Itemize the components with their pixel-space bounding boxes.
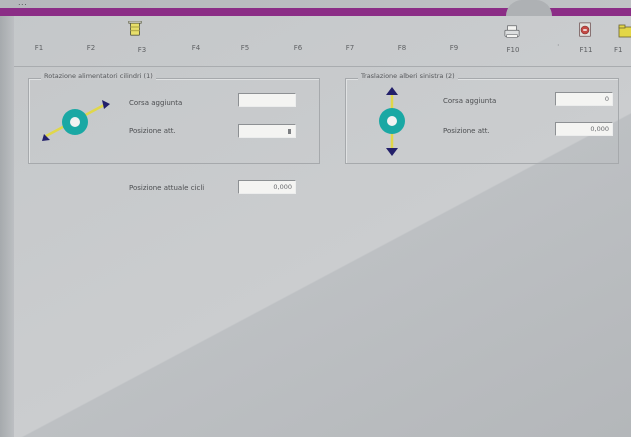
f10-key[interactable]: F10 [498, 46, 528, 54]
f5-key[interactable]: F5 [230, 44, 260, 52]
left-extra-field[interactable]: 0,000 [238, 180, 296, 194]
left-group-title: Rotazione alimentatori cilindri (1) [41, 72, 156, 80]
right-group-title: Traslazione alberi sinistra (2) [358, 72, 458, 80]
right-row1-field[interactable]: 0 [555, 92, 613, 106]
translation-icon [379, 87, 405, 156]
f6-key[interactable]: F6 [283, 44, 313, 52]
f11-key[interactable]: F11 [571, 46, 601, 54]
toolbar-separator: · [557, 41, 560, 50]
left-frame [0, 16, 14, 437]
rotary-knob-decoration [506, 0, 552, 16]
f12-key[interactable]: F1 [614, 46, 631, 54]
f2-key[interactable]: F2 [76, 44, 106, 52]
left-row2-field[interactable] [238, 124, 296, 138]
right-row2-label: Posizione att. [443, 127, 490, 135]
field-cursor-icon [288, 129, 291, 134]
left-row1-field[interactable] [238, 93, 296, 107]
exit-icon[interactable] [577, 22, 593, 38]
window-title: ... [18, 0, 28, 7]
f3-key[interactable]: F3 [127, 46, 157, 54]
f7-key[interactable]: F7 [335, 44, 365, 52]
right-row2-field[interactable]: 0,000 [555, 122, 613, 136]
f1-key[interactable]: F1 [24, 44, 54, 52]
f4-key[interactable]: F4 [181, 44, 211, 52]
f8-key[interactable]: F8 [387, 44, 417, 52]
function-key-toolbar: F1 F2 F3 F4 F5 F6 F7 F8 F9 F10 · F11 F1 [14, 16, 631, 67]
folder-icon[interactable] [618, 23, 631, 39]
right-row1-label: Corsa aggiunta [443, 97, 497, 105]
cylinder-icon[interactable] [127, 21, 143, 37]
left-row1-label: Corsa aggiunta [129, 99, 183, 107]
rotation-icon [42, 100, 110, 141]
print-icon[interactable] [504, 24, 520, 40]
left-extra-label: Posizione attuale cicli [129, 184, 205, 192]
f9-key[interactable]: F9 [439, 44, 469, 52]
left-row2-label: Posizione att. [129, 127, 176, 135]
